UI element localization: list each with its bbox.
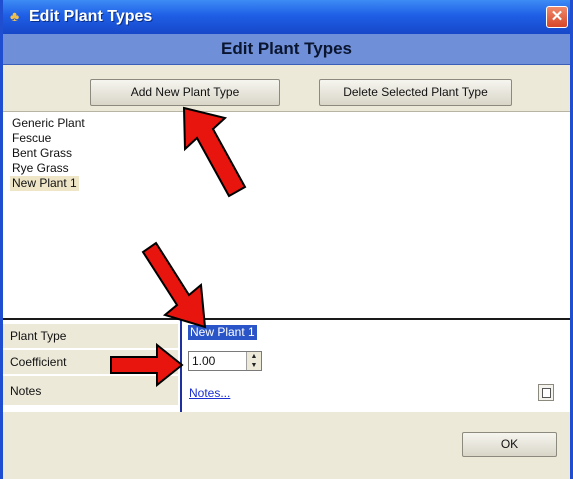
window-title: Edit Plant Types: [29, 8, 153, 25]
list-item[interactable]: Generic Plant: [10, 116, 87, 131]
spin-up-icon[interactable]: ▲: [247, 352, 261, 361]
plant-app-icon: ♣: [10, 8, 20, 24]
edit-plant-types-window: ♣ Edit Plant Types ✕ Edit Plant Types Ad…: [0, 0, 573, 479]
toolbar: Add New Plant Type Delete Selected Plant…: [3, 65, 570, 112]
close-button[interactable]: ✕: [546, 6, 568, 28]
ok-button[interactable]: OK: [462, 432, 557, 457]
arrow-right-icon: [110, 342, 184, 388]
spin-down-icon[interactable]: ▼: [247, 361, 261, 370]
properties-grid: Plant Type Coefficient Notes New Plant 1…: [3, 320, 570, 412]
list-item[interactable]: Rye Grass: [10, 161, 71, 176]
footer: OK: [3, 412, 570, 479]
coefficient-stepper[interactable]: 1.00 ▲ ▼: [188, 351, 262, 371]
page-title: Edit Plant Types: [221, 39, 352, 58]
notes-edit-icon[interactable]: [538, 384, 554, 401]
list-item[interactable]: Bent Grass: [10, 146, 74, 161]
arrow-down-right-icon: [141, 241, 207, 329]
plant-type-list[interactable]: Generic Plant Fescue Bent Grass Rye Gras…: [3, 112, 570, 320]
list-item-selected[interactable]: New Plant 1: [10, 176, 79, 191]
coefficient-value[interactable]: 1.00: [192, 354, 215, 368]
delete-selected-plant-type-button[interactable]: Delete Selected Plant Type: [319, 79, 512, 106]
spin-buttons[interactable]: ▲ ▼: [246, 352, 261, 370]
header-band: Edit Plant Types: [3, 34, 570, 65]
list-item[interactable]: Fescue: [10, 131, 53, 146]
title-bar[interactable]: ♣ Edit Plant Types ✕: [3, 0, 570, 34]
notes-link[interactable]: Notes...: [189, 386, 230, 400]
arrow-up-left-icon: [182, 106, 247, 198]
